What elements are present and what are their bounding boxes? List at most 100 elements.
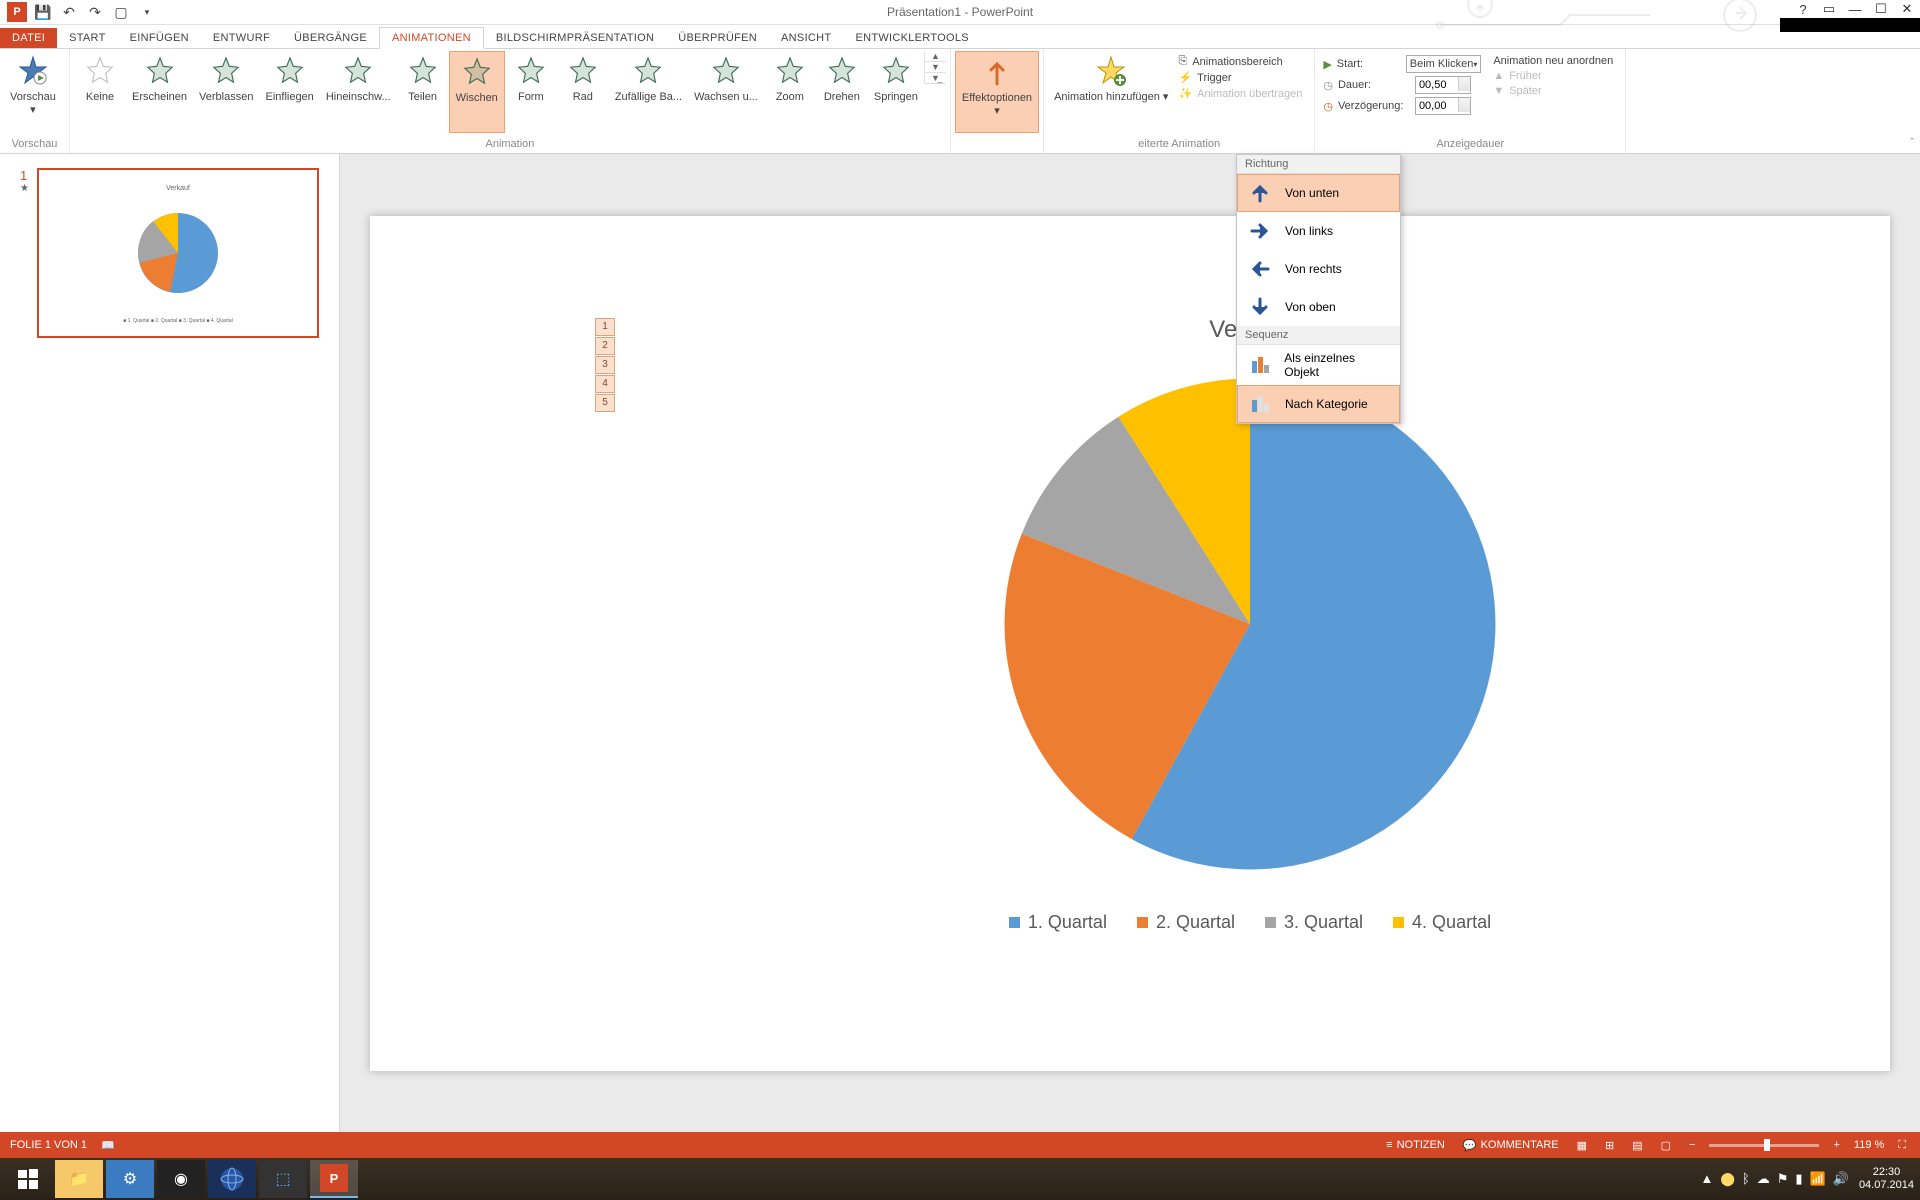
gallery-scroll-up[interactable]: ▲: [925, 51, 946, 62]
task-steam[interactable]: ◉: [157, 1160, 205, 1198]
comments-button[interactable]: 💬KOMMENTARE: [1459, 1139, 1563, 1152]
tab-file[interactable]: DATEI: [0, 28, 57, 48]
anim-tag[interactable]: 5: [595, 394, 615, 412]
minimize-button[interactable]: —: [1844, 0, 1866, 18]
animation-none[interactable]: Keine: [74, 51, 126, 133]
animation-appear[interactable]: Erscheinen: [126, 51, 193, 133]
anim-tag[interactable]: 1: [595, 318, 615, 336]
zoom-out-button[interactable]: −: [1685, 1139, 1699, 1151]
direction-from-top[interactable]: Von oben: [1237, 288, 1400, 326]
animation-random[interactable]: Zufällige Ba...: [609, 51, 688, 133]
start-menu-button[interactable]: [4, 1160, 52, 1198]
tab-slideshow[interactable]: BILDSCHIRMPRÄSENTATION: [484, 28, 666, 48]
animation-pane-button[interactable]: ⎘Animationsbereich: [1178, 55, 1302, 68]
anim-tag[interactable]: 3: [595, 356, 615, 374]
tab-review[interactable]: ÜBERPRÜFEN: [666, 28, 769, 48]
collapse-ribbon-button[interactable]: ˆ: [1910, 137, 1914, 149]
maximize-button[interactable]: ☐: [1870, 0, 1892, 18]
task-explorer[interactable]: 📁: [55, 1160, 103, 1198]
advanced-group-label: eiterte Animation: [1048, 136, 1310, 153]
start-select[interactable]: Beim Klicken▾: [1406, 55, 1482, 73]
tray-icon-security[interactable]: ⬤: [1720, 1171, 1735, 1187]
effect-options-button[interactable]: Effektoptionen▾: [955, 51, 1039, 133]
qat-customize[interactable]: ▾: [135, 1, 159, 23]
redo-button[interactable]: ↷: [83, 1, 107, 23]
animation-float_in[interactable]: Hineinschw...: [320, 51, 397, 133]
slideshow-view-button[interactable]: ▢: [1657, 1139, 1675, 1152]
animation-fly_in[interactable]: Einfliegen: [259, 51, 319, 133]
direction-from-right[interactable]: Von rechts: [1237, 250, 1400, 288]
tray-icon-wifi[interactable]: 📶: [1810, 1171, 1826, 1187]
delay-input[interactable]: [1415, 97, 1471, 115]
tab-insert[interactable]: EINFÜGEN: [118, 28, 201, 48]
tray-icon-1[interactable]: ▲: [1701, 1171, 1714, 1187]
animation-spin[interactable]: Drehen: [816, 51, 868, 133]
direction-from-bottom[interactable]: Von unten: [1237, 174, 1400, 212]
duration-input[interactable]: [1415, 76, 1471, 94]
slide-editor-area[interactable]: 12345 Verkauf 1. Quartal2. Quartal3. Qua…: [340, 154, 1920, 1132]
animation-zoom[interactable]: Zoom: [764, 51, 816, 133]
add-animation-button[interactable]: Animation hinzufügen ▾: [1048, 51, 1174, 133]
close-button[interactable]: ✕: [1896, 0, 1918, 18]
tray-icon-cloud[interactable]: ☁: [1757, 1171, 1770, 1187]
tab-start[interactable]: START: [57, 28, 118, 48]
anim-tag[interactable]: 4: [595, 375, 615, 393]
notes-button[interactable]: ≡NOTIZEN: [1382, 1139, 1449, 1151]
animation-shape[interactable]: Form: [505, 51, 557, 133]
sequence-as-one[interactable]: Als einzelnes Objekt: [1237, 345, 1400, 385]
save-button[interactable]: 💾: [31, 1, 55, 23]
animation-grow[interactable]: Wachsen u...: [688, 51, 764, 133]
undo-button[interactable]: ↶: [57, 1, 81, 23]
animation-fade[interactable]: Verblassen: [193, 51, 259, 133]
spell-check-icon[interactable]: 📖: [101, 1139, 115, 1152]
tab-animations[interactable]: ANIMATIONEN: [379, 27, 484, 49]
fit-to-window-button[interactable]: ⛶: [1894, 1139, 1910, 1152]
task-firefox[interactable]: [208, 1160, 256, 1198]
task-powerpoint[interactable]: P: [310, 1160, 358, 1198]
animation-bounce[interactable]: Springen: [868, 51, 924, 133]
preview-button[interactable]: Vorschau▾: [4, 51, 62, 133]
slide-canvas[interactable]: 12345 Verkauf 1. Quartal2. Quartal3. Qua…: [370, 216, 1890, 1071]
tray-icon-battery[interactable]: ▮: [1795, 1171, 1802, 1187]
effect-options-icon: [981, 56, 1013, 88]
tab-view[interactable]: ANSICHT: [769, 28, 843, 48]
zoom-slider[interactable]: [1709, 1144, 1819, 1147]
animation-split[interactable]: Teilen: [397, 51, 449, 133]
anim-tag[interactable]: 2: [595, 337, 615, 355]
trigger-button[interactable]: ⚡Trigger: [1178, 71, 1302, 84]
preview-label: Vorschau: [10, 91, 56, 103]
tray-icon-bt[interactable]: ᛒ: [1742, 1171, 1750, 1187]
gallery-more[interactable]: ▼̲: [925, 73, 946, 84]
legend-item: 4. Quartal: [1393, 912, 1491, 933]
sorter-view-button[interactable]: ⊞: [1601, 1139, 1618, 1152]
gallery-scroll-down[interactable]: ▼: [925, 62, 946, 73]
star-icon: [84, 55, 116, 87]
animation-wheel[interactable]: Rad: [557, 51, 609, 133]
preview-icon: [17, 55, 49, 87]
arrow-right-icon: [1247, 218, 1273, 244]
tab-developer[interactable]: ENTWICKLERTOOLS: [843, 28, 981, 48]
tray-icon-flag[interactable]: ⚑: [1777, 1171, 1789, 1187]
start-from-beginning-button[interactable]: ▢: [109, 1, 133, 23]
task-vbox[interactable]: ⬚: [259, 1160, 307, 1198]
slide-thumbnail-1[interactable]: Verkauf ■ 1. Quartal ■ 2. Quartal ■ 3. Q…: [37, 168, 319, 338]
tab-transitions[interactable]: ÜBERGÄNGE: [282, 28, 379, 48]
tab-design[interactable]: ENTWURF: [201, 28, 282, 48]
anim-painter-icon: ✨: [1178, 87, 1192, 100]
thumb-number: 1: [20, 168, 29, 183]
help-button[interactable]: ?: [1792, 0, 1814, 18]
move-earlier-button: ▲Früher: [1493, 70, 1613, 82]
animation-wipe[interactable]: Wischen: [449, 51, 505, 133]
reading-view-button[interactable]: ▤: [1628, 1139, 1646, 1152]
zoom-in-button[interactable]: +: [1829, 1139, 1843, 1151]
tray-icon-sound[interactable]: 🔊: [1833, 1171, 1849, 1187]
normal-view-button[interactable]: ▦: [1573, 1139, 1591, 1152]
thumb-pie-icon: [128, 203, 228, 303]
timing-group-label: Anzeigedauer: [1319, 136, 1621, 153]
direction-from-left[interactable]: Von links: [1237, 212, 1400, 250]
sequence-by-category[interactable]: Nach Kategorie: [1237, 385, 1400, 423]
task-app-1[interactable]: ⚙: [106, 1160, 154, 1198]
ribbon-display-button[interactable]: ▭: [1818, 0, 1840, 18]
tray-clock[interactable]: 22:30 04.07.2014: [1859, 1166, 1914, 1191]
star-icon: [826, 55, 858, 87]
